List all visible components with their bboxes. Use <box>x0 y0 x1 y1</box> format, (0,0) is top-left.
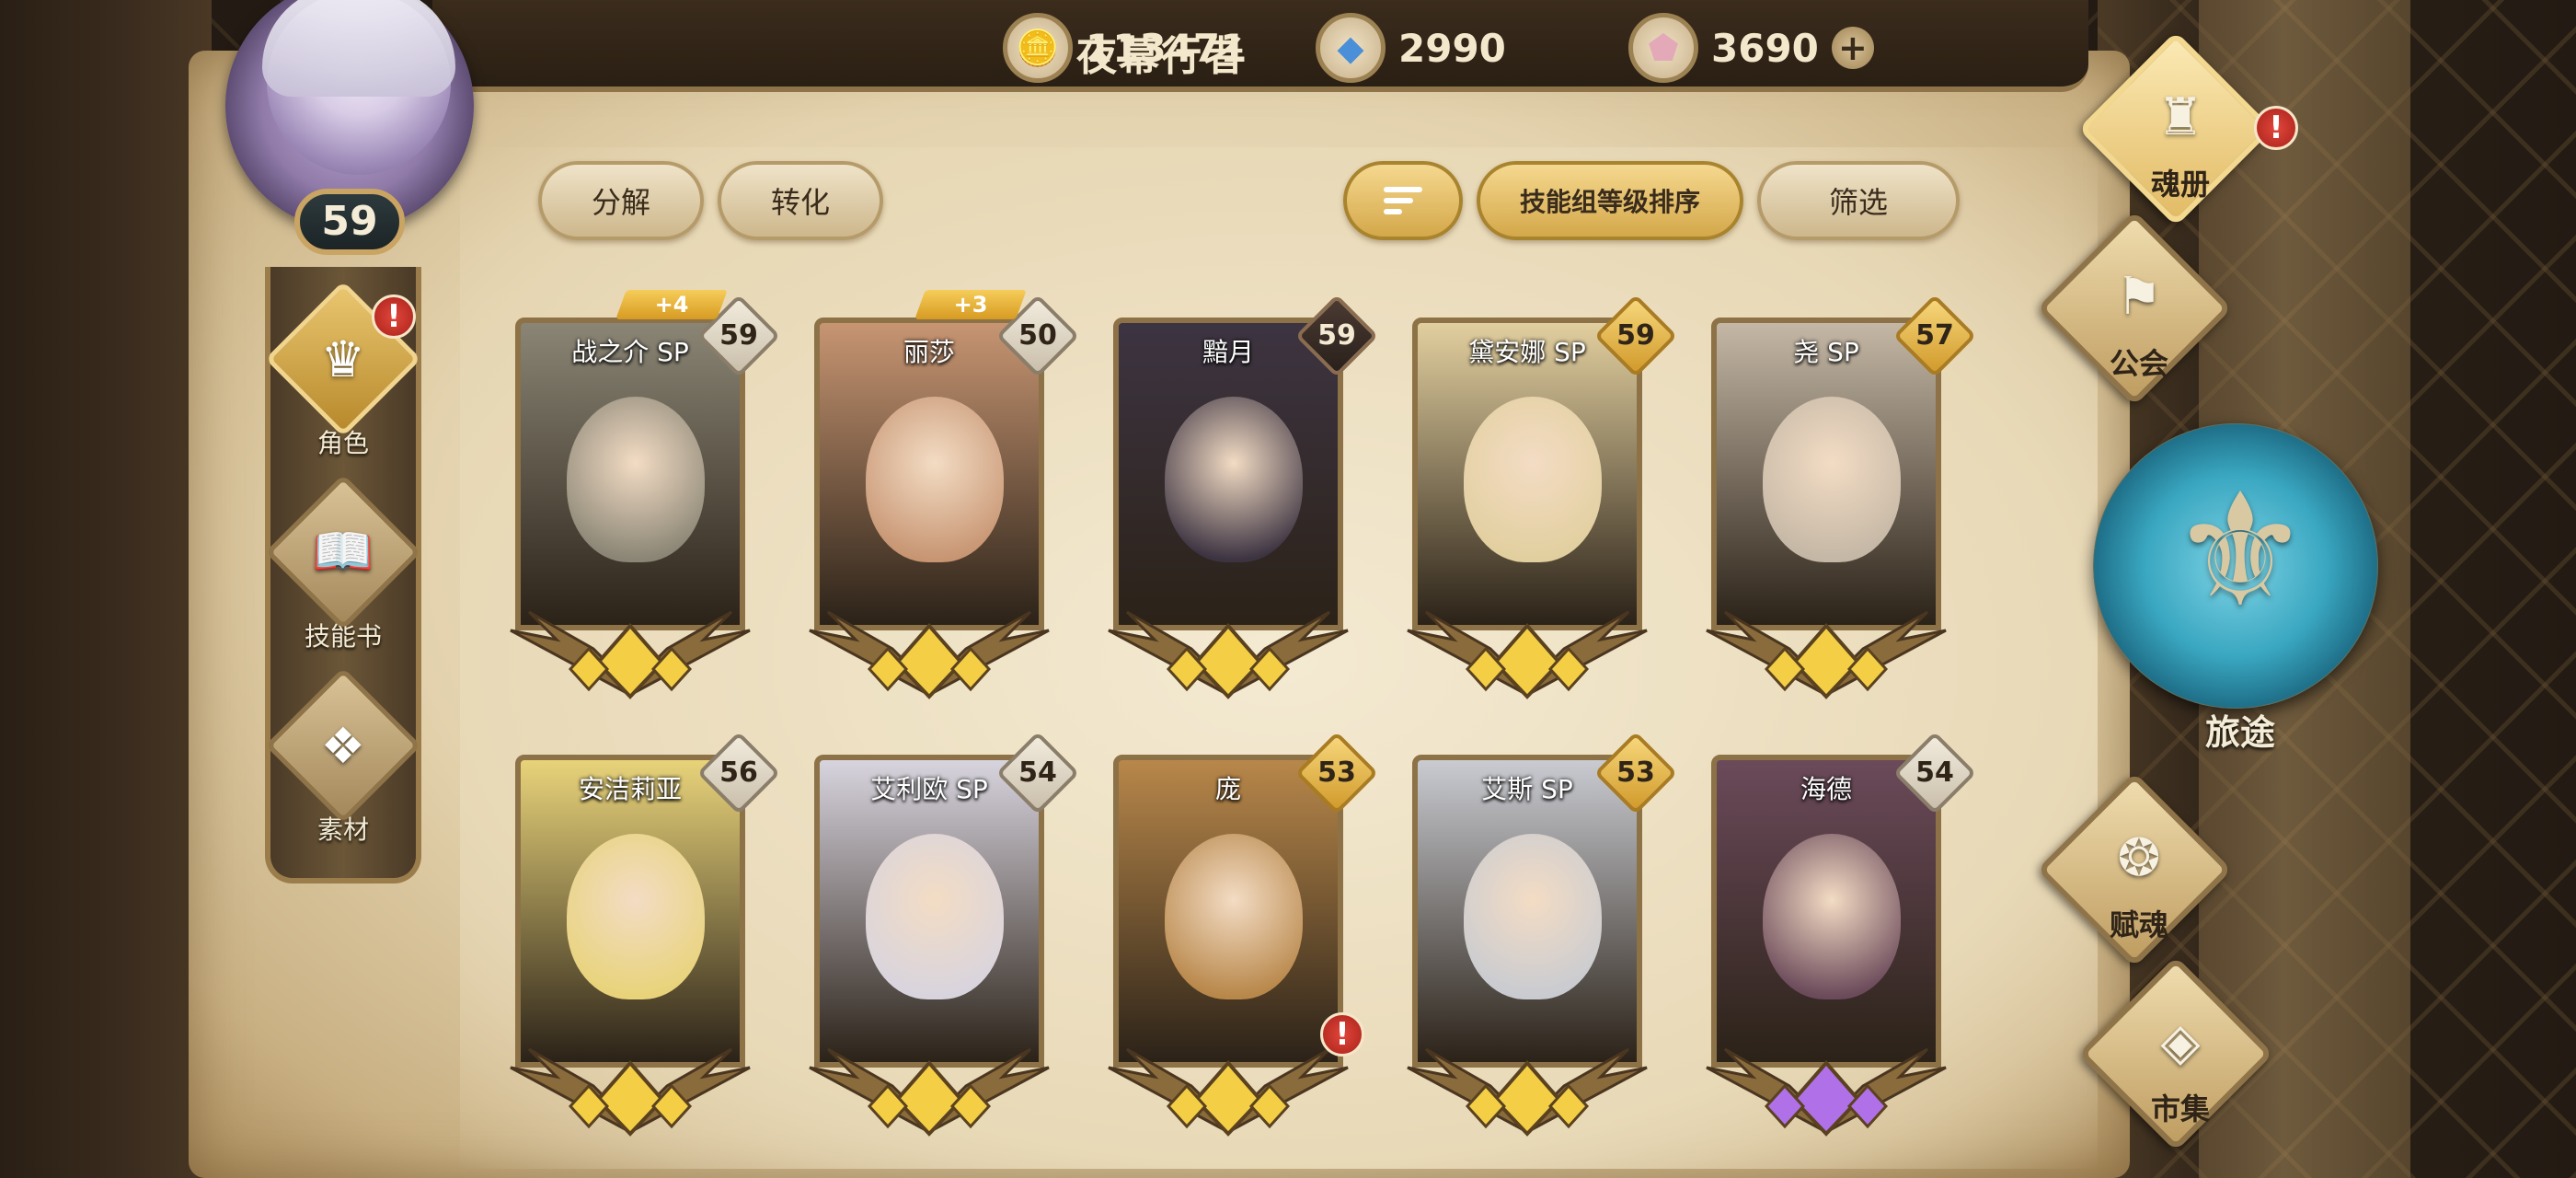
gold-value: 113471 <box>1086 25 1248 71</box>
nav-item-skill-book[interactable]: 📖 技能书 <box>265 474 421 672</box>
character-face <box>1165 834 1303 999</box>
character-level: 54 <box>1915 756 1954 789</box>
character-level: 53 <box>1317 756 1356 789</box>
guild-banner-icon: ⚑ <box>2115 267 2163 327</box>
decompose-button[interactable]: 分解 <box>538 161 704 240</box>
character-card[interactable]: 尧 SP 57 <box>1706 294 1977 704</box>
rank-wings-icon <box>1407 1047 1648 1137</box>
character-card[interactable]: 战之介 SP 59 +4 <box>510 290 781 704</box>
rank-wings-icon <box>1706 610 1947 699</box>
character-portrait: 庞 <box>1113 755 1343 1068</box>
convert-button[interactable]: 转化 <box>718 161 883 240</box>
character-face <box>1464 834 1602 999</box>
character-card[interactable]: 丽莎 50 +3 <box>809 290 1080 704</box>
sort-order-button[interactable] <box>1343 161 1463 240</box>
soulbook-label: 魂册 <box>2150 167 2210 202</box>
character-face <box>1763 834 1901 999</box>
gem-currency[interactable]: ⬟ 3690 + <box>1628 13 1874 83</box>
character-face <box>866 397 1004 562</box>
enhance-tag-text: +4 <box>654 292 689 318</box>
empower-label: 赋魂 <box>2109 907 2168 942</box>
skill-book-icon: 📖 <box>265 474 421 630</box>
enhance-tag: +4 <box>615 290 728 319</box>
character-level: 57 <box>1915 319 1954 352</box>
character-face <box>567 397 705 562</box>
journey-emblem-icon: ⚜ <box>2169 460 2311 642</box>
swirl-icon: ❂ <box>2117 828 2161 888</box>
left-nav: ♛ 角色 ! 📖 技能书 ❖ 素材 <box>265 267 421 884</box>
character-portrait: 丽莎 <box>814 318 1044 630</box>
rank-wings-icon <box>1108 610 1349 699</box>
player-avatar-frame[interactable]: 59 <box>216 0 501 267</box>
character-card[interactable]: 黛安娜 SP 59 <box>1407 294 1678 704</box>
character-card[interactable]: 安洁莉亚 56 <box>510 731 781 1141</box>
character-portrait: 安洁莉亚 <box>515 755 745 1068</box>
character-portrait: 黯月 <box>1113 318 1343 630</box>
guild-button[interactable]: ⚑ 公会 <box>2029 210 2249 414</box>
character-level: 56 <box>719 756 758 789</box>
top-bar: 夜幕行者 🪙 113471 ◆ 2990 ⬟ 3690 + <box>432 0 2088 92</box>
alert-icon: ! <box>1320 1012 1364 1057</box>
market-label: 市集 <box>2150 1091 2210 1126</box>
rank-wings-icon <box>510 610 751 699</box>
crystal-currency[interactable]: ◆ 2990 <box>1316 13 1506 83</box>
character-level: 53 <box>1616 756 1655 789</box>
sort-mode-button[interactable]: 技能组等级排序 <box>1477 161 1743 240</box>
rank-wings-icon <box>809 1047 1050 1137</box>
rank-wings-icon <box>1407 610 1648 699</box>
enhance-tag-text: +3 <box>953 292 988 318</box>
rank-wings-icon <box>1706 1047 1947 1137</box>
character-level: 54 <box>1018 756 1057 789</box>
material-icon: ❖ <box>265 667 421 824</box>
market-button[interactable]: ◈ 市集 <box>2070 955 2291 1160</box>
nav-item-material[interactable]: ❖ 素材 <box>265 667 421 865</box>
filter-button[interactable]: 筛选 <box>1757 161 1960 240</box>
diamond-gem-icon: ◈ <box>2160 1012 2201 1072</box>
rank-wings-icon <box>809 610 1050 699</box>
alert-icon: ! <box>372 294 416 339</box>
journey-label: 旅途 <box>2204 712 2275 753</box>
empower-button[interactable]: ❂ 赋魂 <box>2029 771 2249 976</box>
sort-icon <box>1384 187 1422 214</box>
character-portrait: 海德 <box>1711 755 1941 1068</box>
gold-coin-icon: 🪙 <box>1003 13 1073 83</box>
alert-icon: ! <box>2254 106 2298 150</box>
journey-button[interactable]: ⚜ 旅途 <box>2084 396 2397 764</box>
enhance-tag: +3 <box>914 290 1027 319</box>
avatar-hair <box>262 0 455 97</box>
add-gem-button[interactable]: + <box>1831 27 1874 69</box>
rank-wings-icon <box>510 1047 751 1137</box>
soulbook-button[interactable]: ♜ 魂册 ! <box>2070 30 2298 235</box>
left-frame <box>0 0 212 1178</box>
character-card[interactable]: 海德 54 <box>1706 731 1977 1141</box>
player-level-badge: 59 <box>294 189 405 255</box>
character-card[interactable]: 黯月 59 <box>1108 294 1379 704</box>
blue-crystal-icon: ◆ <box>1316 13 1386 83</box>
character-face <box>1464 397 1602 562</box>
character-card[interactable]: 庞 53! <box>1108 731 1379 1141</box>
character-face <box>866 834 1004 999</box>
guild-label: 公会 <box>2109 346 2168 381</box>
crystal-value: 2990 <box>1398 25 1506 71</box>
character-face <box>567 834 705 999</box>
character-level: 59 <box>1317 319 1356 352</box>
gold-currency[interactable]: 🪙 113471 <box>1003 13 1247 83</box>
character-face <box>1763 397 1901 562</box>
character-portrait: 艾斯 SP <box>1412 755 1642 1068</box>
gem-value: 3690 <box>1711 25 1819 71</box>
character-portrait: 尧 SP <box>1711 318 1941 630</box>
nav-item-character[interactable]: ♛ 角色 ! <box>265 281 421 479</box>
character-face <box>1165 397 1303 562</box>
character-portrait: 黛安娜 SP <box>1412 318 1642 630</box>
character-portrait: 战之介 SP <box>515 318 745 630</box>
character-card[interactable]: 艾斯 SP 53 <box>1407 731 1678 1141</box>
pink-gem-icon: ⬟ <box>1628 13 1698 83</box>
character-card[interactable]: 艾利欧 SP 54 <box>809 731 1080 1141</box>
character-portrait: 艾利欧 SP <box>814 755 1044 1068</box>
character-level: 59 <box>1616 319 1655 352</box>
